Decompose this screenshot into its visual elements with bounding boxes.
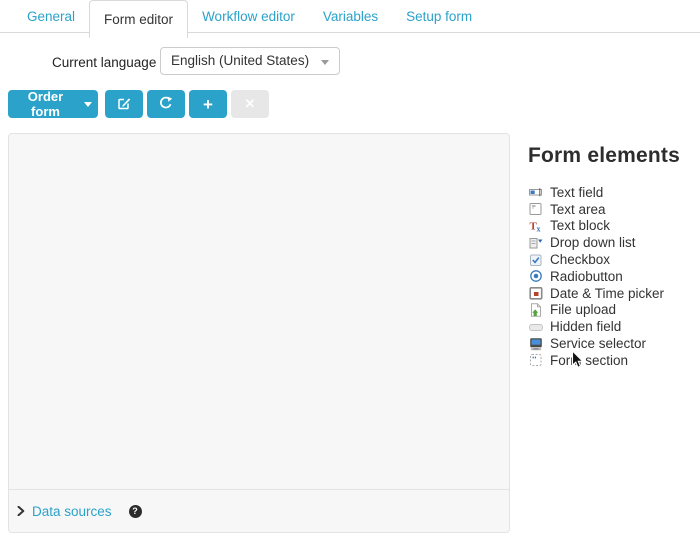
form-element-label: Service selector [550, 336, 647, 352]
refresh-icon [159, 96, 173, 113]
form-element-label: File upload [550, 302, 617, 318]
order-form-label: Order form [27, 89, 64, 119]
current-language-label: Current language [52, 55, 157, 70]
form-canvas[interactable]: Data sources ? [8, 133, 510, 533]
form-element-label: Text block [550, 218, 611, 234]
mouse-cursor [571, 349, 585, 375]
form-element-label: Checkbox [550, 252, 611, 268]
service-selector-icon [528, 337, 543, 351]
form-element-form-section[interactable]: Form section [528, 352, 693, 369]
form-element-label: Form section [550, 352, 629, 368]
text-area-icon [528, 202, 543, 216]
form-elements-list: Text field Text area T x Text block Drop… [528, 184, 693, 369]
form-element-text-area[interactable]: Text area [528, 201, 693, 218]
svg-text:x: x [536, 224, 540, 233]
form-element-service-selector[interactable]: Service selector [528, 335, 693, 352]
text-field-icon [528, 185, 543, 199]
form-element-checkbox[interactable]: Checkbox [528, 251, 693, 268]
refresh-form-button[interactable] [147, 90, 185, 118]
edit-icon [117, 96, 131, 113]
tab-setup-form[interactable]: Setup form [392, 0, 486, 33]
form-element-radiobutton[interactable]: Radiobutton [528, 268, 693, 285]
hidden-field-icon [528, 320, 543, 334]
form-element-text-block[interactable]: T x Text block [528, 218, 693, 235]
language-select[interactable]: English (United States) [160, 47, 340, 75]
drop-down-list-icon [528, 236, 543, 250]
form-section-icon [528, 353, 543, 367]
form-elements-title: Form elements [528, 144, 680, 167]
form-element-label: Radiobutton [550, 268, 623, 284]
plus-icon: + [203, 94, 213, 114]
tab-bar: General Form editor Workflow editor Vari… [0, 0, 700, 38]
tab-workflow-editor[interactable]: Workflow editor [188, 0, 309, 33]
form-element-label: Text area [550, 201, 606, 217]
form-element-label: Date & Time picker [550, 285, 665, 301]
form-element-label: Text field [550, 184, 604, 200]
data-sources-link[interactable]: Data sources [32, 504, 112, 519]
radiobutton-icon [528, 269, 543, 283]
delete-element-button-disabled: ✕ [231, 90, 269, 118]
form-element-label: Drop down list [550, 235, 636, 251]
tab-variables[interactable]: Variables [309, 0, 392, 33]
file-upload-icon [528, 303, 543, 317]
date-time-picker-icon [528, 286, 543, 300]
tab-form-editor[interactable]: Form editor [89, 0, 189, 38]
tab-general[interactable]: General [13, 0, 89, 33]
form-element-date-time-picker[interactable]: Date & Time picker [528, 285, 693, 302]
chevron-right-icon [17, 506, 25, 516]
text-block-icon: T x [528, 219, 543, 233]
form-elements-panel: Form elements Text field Text area T x T… [528, 144, 693, 369]
language-select-value: English (United States) [171, 53, 310, 68]
form-element-drop-down-list[interactable]: Drop down list [528, 234, 693, 251]
help-icon[interactable]: ? [128, 504, 142, 518]
data-sources-footer: Data sources ? [9, 489, 509, 532]
edit-form-button[interactable] [105, 90, 143, 118]
form-element-label: Hidden field [550, 319, 622, 335]
checkbox-icon [528, 253, 543, 267]
close-icon: ✕ [244, 96, 256, 111]
form-element-hidden-field[interactable]: Hidden field [528, 318, 693, 335]
chevron-down-icon [321, 60, 329, 65]
form-element-file-upload[interactable]: File upload [528, 302, 693, 319]
add-element-button[interactable]: + [189, 90, 227, 118]
order-form-dropdown-button[interactable]: Order form [8, 89, 98, 119]
form-element-text-field[interactable]: Text field [528, 184, 693, 201]
caret-down-icon [84, 102, 92, 107]
